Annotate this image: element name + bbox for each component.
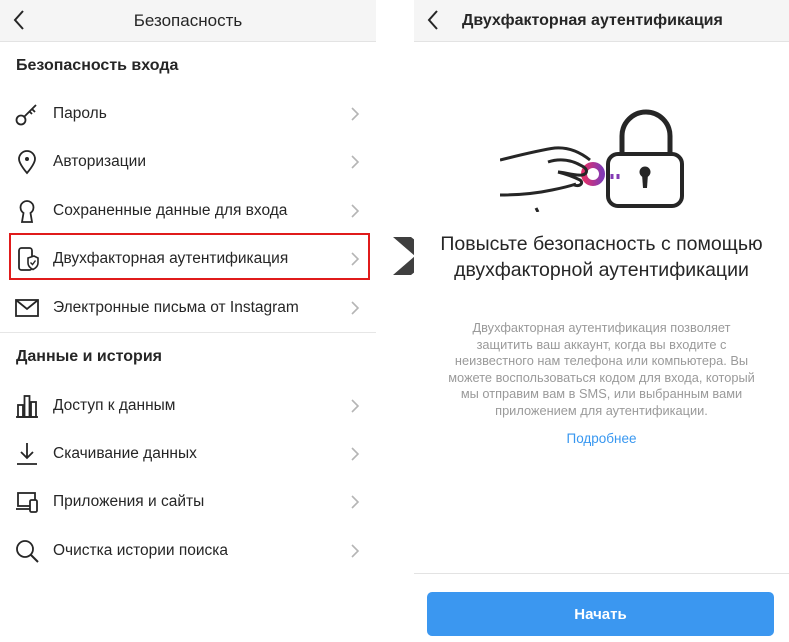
settings-item-label: Очистка истории поиска — [53, 542, 229, 559]
settings-item-clear-search[interactable]: Очистка истории поиска — [0, 527, 376, 575]
settings-item-label: Электронные письма от Instagram — [53, 299, 299, 316]
chevron-right-icon — [351, 399, 360, 413]
settings-item-apps-websites[interactable]: Приложения и сайты — [0, 478, 376, 526]
section-header-data-history: Данные и история — [16, 348, 162, 365]
envelope-icon — [14, 295, 40, 321]
start-button[interactable]: Начать — [427, 592, 774, 636]
settings-item-password[interactable]: Пароль — [0, 90, 376, 138]
footer-divider — [414, 573, 789, 574]
location-pin-icon — [14, 149, 40, 175]
section-divider — [0, 332, 376, 333]
section-header-login-security: Безопасность входа — [16, 57, 179, 74]
chevron-right-icon — [351, 447, 360, 461]
security-settings-screen: Безопасность Безопасность входа Пароль А… — [0, 0, 376, 642]
page-title: Двухфакторная аутентификация — [462, 12, 723, 29]
settings-item-label: Сохраненные данные для входа — [53, 202, 288, 219]
settings-item-emails[interactable]: Электронные письма от Instagram — [0, 284, 376, 332]
back-button[interactable] — [424, 8, 442, 32]
chevron-right-icon — [351, 107, 360, 121]
settings-item-login-activity[interactable]: Авторизации — [0, 138, 376, 186]
top-bar: Двухфакторная аутентификация — [414, 0, 789, 42]
download-icon — [14, 441, 40, 467]
keyhole-icon — [14, 198, 40, 224]
chevron-right-icon — [351, 495, 360, 509]
two-factor-description: Двухфакторная аутентификация позволяет з… — [448, 320, 755, 418]
learn-more-link[interactable]: Подробнее — [414, 431, 789, 446]
page-title: Безопасность — [133, 11, 243, 30]
two-factor-headline: Повысьте безопасность с помощью двухфакт… — [440, 233, 763, 281]
top-bar: Безопасность — [0, 0, 376, 42]
chevron-right-icon — [351, 544, 360, 558]
chevron-left-icon — [427, 10, 438, 30]
hand-key-padlock-illustration — [500, 109, 684, 212]
settings-item-saved-login[interactable]: Сохраненные данные для входа — [0, 187, 376, 235]
chevron-right-icon — [351, 204, 360, 218]
chevron-right-icon — [351, 301, 360, 315]
devices-icon — [14, 489, 40, 515]
settings-item-label: Приложения и сайты — [53, 493, 205, 510]
settings-item-data-access[interactable]: Доступ к данным — [0, 382, 376, 430]
settings-item-label: Скачивание данных — [53, 445, 197, 462]
search-icon — [14, 538, 40, 564]
chevron-right-icon — [351, 155, 360, 169]
settings-item-label: Доступ к данным — [53, 397, 176, 414]
two-factor-screen: Двухфакторная аутентификация Повысьте бе… — [414, 0, 789, 642]
highlight-frame — [9, 233, 370, 280]
bar-chart-icon — [14, 393, 40, 419]
key-icon — [14, 101, 40, 127]
settings-item-download-data[interactable]: Скачивание данных — [0, 430, 376, 478]
chevron-left-icon — [13, 10, 24, 30]
back-button[interactable] — [10, 8, 28, 32]
settings-item-label: Пароль — [53, 105, 107, 122]
settings-item-label: Авторизации — [53, 153, 146, 170]
